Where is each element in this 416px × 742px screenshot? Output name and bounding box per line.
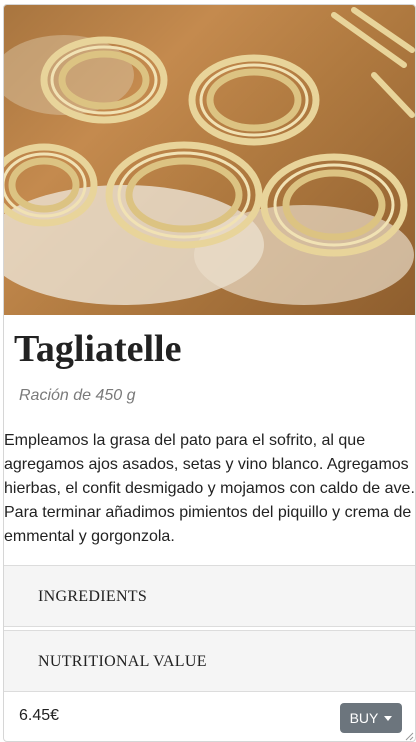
buy-button-label: BUY — [349, 710, 379, 726]
accordion-ingredients-label: INGREDIENTS — [38, 588, 148, 605]
product-title: Tagliatelle — [14, 328, 182, 370]
caret-down-icon — [384, 715, 393, 721]
portion-size: Ración de 450 g — [19, 387, 136, 404]
accordion-nutritional-value[interactable]: NUTRITIONAL VALUE — [4, 630, 415, 692]
accordion-ingredients[interactable]: INGREDIENTS — [4, 565, 415, 627]
pasta-illustration — [4, 7, 415, 305]
product-description: Empleamos la grasa del pato para el sofr… — [4, 432, 415, 545]
product-card: Tagliatelle Ración de 450 g Empleamos la… — [3, 4, 416, 742]
product-image — [4, 5, 415, 315]
price: 6.45€ — [19, 707, 60, 724]
resize-grip-icon[interactable] — [404, 731, 414, 741]
buy-dropdown-button[interactable]: BUY — [340, 703, 402, 733]
accordion-nutritional-label: NUTRITIONAL VALUE — [38, 653, 207, 670]
